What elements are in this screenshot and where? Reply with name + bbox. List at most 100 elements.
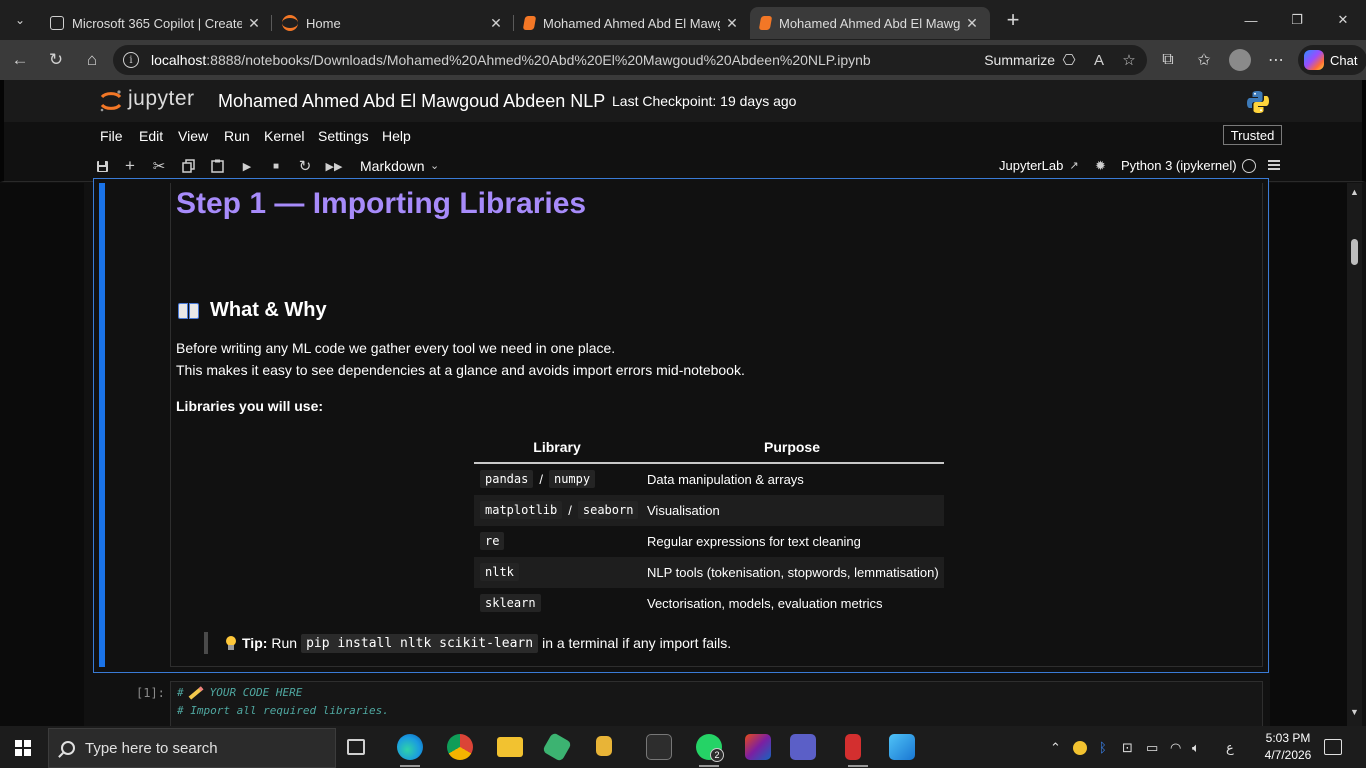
favorite-star-icon[interactable]: ☆: [1119, 51, 1139, 69]
edge-browser-icon[interactable]: [397, 734, 423, 767]
summarize-label: Summarize: [984, 52, 1055, 68]
scroll-up-arrow-icon[interactable]: ▲: [1350, 187, 1359, 197]
library-code: re: [480, 532, 505, 550]
kernel-name[interactable]: Python 3 (ipykernel): [1121, 158, 1237, 173]
tray-app-icon[interactable]: [1073, 741, 1087, 755]
minimize-button[interactable]: —: [1228, 0, 1274, 40]
bluetooth-icon[interactable]: ᛒ: [1099, 740, 1107, 755]
jupyter-logo-icon[interactable]: [98, 88, 124, 114]
table-row: sklearn Vectorisation, models, evaluatio…: [474, 588, 944, 619]
external-link-icon: ↗: [1069, 160, 1079, 172]
notebook-margin-right: [1270, 183, 1347, 726]
task-view-icon[interactable]: [347, 739, 365, 755]
chrome-icon[interactable]: [447, 734, 473, 760]
browser-tab-notebook-1[interactable]: Mohamed Ahmed Abd El Mawgou ✕: [514, 7, 750, 39]
add-cell-icon[interactable]: +: [121, 156, 139, 175]
windows-taskbar: Type here to search 2 ⌃ ᛒ ⊡ ▭ ◠ 🔈︎ ع 5:0…: [0, 726, 1366, 768]
menu-run[interactable]: Run: [224, 128, 250, 144]
paragraph-line-1: Before writing any ML code we gather eve…: [176, 340, 616, 356]
battery-icon[interactable]: ▭: [1146, 740, 1158, 756]
notifications-icon[interactable]: [1324, 739, 1342, 755]
folder-app-icon[interactable]: [596, 736, 612, 756]
trusted-indicator[interactable]: Trusted: [1223, 125, 1282, 145]
purpose-cell: Regular expressions for text cleaning: [647, 534, 861, 549]
site-info-icon[interactable]: i: [123, 52, 139, 68]
jupyterlab-link[interactable]: JupyterLab ↗: [999, 158, 1079, 173]
copilot-tab-icon: [50, 16, 64, 30]
restart-icon[interactable]: ↻: [296, 157, 314, 175]
notebook-scrollbar[interactable]: ▲ ▼: [1347, 183, 1362, 726]
volume-icon[interactable]: 🔈︎: [1192, 740, 1200, 756]
microsoft-365-icon[interactable]: [745, 734, 771, 760]
3d-app-icon[interactable]: [541, 731, 573, 763]
library-code: sklearn: [480, 594, 541, 612]
url-field[interactable]: i localhost:8888/notebooks/Downloads/Moh…: [113, 45, 1147, 75]
menu-view[interactable]: View: [178, 128, 208, 144]
browser-tab-copilot[interactable]: Microsoft 365 Copilot | Create, Sha ✕: [40, 7, 272, 39]
show-hidden-icons[interactable]: ⌃: [1050, 740, 1061, 756]
debugger-icon[interactable]: ✹: [1095, 158, 1106, 174]
tab-close-icon[interactable]: ✕: [488, 15, 504, 32]
copilot-chat-button[interactable]: Chat: [1298, 45, 1366, 75]
windows-start-icon[interactable]: [15, 740, 31, 756]
chevron-down-icon[interactable]: ⌄: [430, 159, 439, 172]
scrollbar-thumb[interactable]: [1351, 239, 1358, 265]
file-explorer-icon[interactable]: [497, 737, 523, 757]
back-button[interactable]: ←: [2, 44, 38, 76]
browser-tab-home[interactable]: Home ✕: [272, 7, 514, 39]
paste-icon[interactable]: [208, 157, 226, 175]
scroll-down-arrow-icon[interactable]: ▼: [1350, 707, 1359, 717]
menu-file[interactable]: File: [100, 128, 123, 144]
purpose-cell: Visualisation: [647, 503, 720, 518]
favorites-icon[interactable]: ✩: [1186, 50, 1222, 70]
copy-icon[interactable]: [179, 157, 197, 175]
tab-actions-menu-button[interactable]: ⌄: [5, 5, 35, 35]
restore-button[interactable]: ❐: [1274, 0, 1320, 40]
interrupt-icon[interactable]: ■: [267, 157, 285, 175]
selected-cell-indicator[interactable]: [99, 183, 105, 667]
summarize-button[interactable]: Summarize ⎔: [984, 51, 1079, 69]
notebook-title[interactable]: Mohamed Ahmed Abd El Mawgoud Abdeen NLP: [218, 91, 605, 112]
profile-avatar[interactable]: [1229, 49, 1251, 71]
cell-type-select[interactable]: Markdown: [360, 158, 425, 174]
library-cell: pandas / numpy: [480, 470, 596, 488]
new-tab-button[interactable]: +: [998, 5, 1028, 35]
close-window-button[interactable]: ✕: [1320, 0, 1366, 40]
tab-close-icon[interactable]: ✕: [724, 15, 740, 32]
home-button[interactable]: ⌂: [74, 44, 110, 76]
library-separator: /: [568, 502, 572, 518]
tab-close-icon[interactable]: ✕: [964, 15, 980, 32]
refresh-button[interactable]: ↻: [38, 44, 74, 76]
media-app-icon[interactable]: [845, 734, 868, 767]
search-icon: [61, 741, 75, 755]
clock[interactable]: 5:03 PM 4/7/2026: [1258, 730, 1318, 764]
photos-icon[interactable]: [889, 734, 915, 760]
teams-icon[interactable]: [790, 734, 816, 760]
url-text[interactable]: localhost:8888/notebooks/Downloads/Moham…: [151, 52, 871, 68]
menu-icon[interactable]: [1268, 160, 1280, 170]
notebook-margin-left: [0, 183, 84, 726]
taskbar-search-box[interactable]: Type here to search: [48, 728, 336, 768]
save-icon[interactable]: [93, 157, 111, 175]
summarize-icon: ⎔: [1062, 52, 1076, 69]
menu-kernel[interactable]: Kernel: [264, 128, 304, 144]
tab-close-icon[interactable]: ✕: [246, 15, 262, 32]
camera-icon[interactable]: ⊡: [1122, 740, 1133, 756]
library-code: matplotlib: [480, 501, 563, 519]
browser-tab-notebook-active[interactable]: Mohamed Ahmed Abd El Mawgou ✕: [750, 7, 990, 39]
menu-help[interactable]: Help: [382, 128, 411, 144]
more-options-icon[interactable]: ⋯: [1258, 50, 1294, 70]
chat-label: Chat: [1330, 52, 1358, 68]
language-indicator[interactable]: ع: [1226, 740, 1234, 756]
menu-settings[interactable]: Settings: [318, 128, 369, 144]
wifi-icon[interactable]: ◠: [1170, 740, 1181, 756]
read-aloud-icon[interactable]: A: [1089, 52, 1109, 69]
terminal-icon[interactable]: [646, 734, 672, 760]
cut-icon[interactable]: ✂: [150, 157, 168, 175]
restart-run-all-icon[interactable]: ▶▶: [325, 157, 343, 175]
menu-edit[interactable]: Edit: [139, 128, 163, 144]
comment-text: YOUR CODE HERE: [209, 686, 303, 699]
run-icon[interactable]: ▶: [238, 157, 256, 175]
extensions-icon[interactable]: ⧉: [1150, 51, 1186, 69]
jupyter-logo-text[interactable]: jupyter: [128, 87, 195, 111]
